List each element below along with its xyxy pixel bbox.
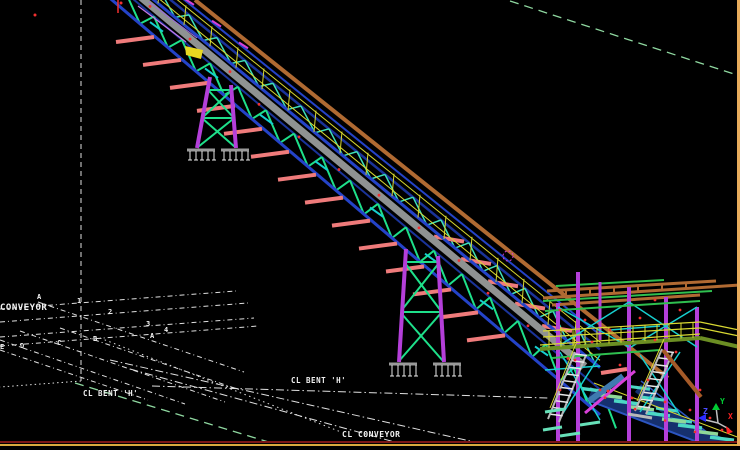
grid-label: 4 xyxy=(164,327,168,334)
conveyor-centerline-label: CONVEYOR xyxy=(0,304,47,313)
grid-label: C xyxy=(57,340,61,347)
cl-bent-h-label-left: CL BENT 'H' xyxy=(83,390,138,398)
cl-conveyor-label: CL CONVEYOR xyxy=(342,431,400,439)
grid-label: A xyxy=(37,294,41,301)
grid-label: 2 xyxy=(108,309,112,316)
grid-label: D xyxy=(20,343,24,350)
grid-label: E xyxy=(0,344,4,351)
ucs-y-label: Y xyxy=(720,398,725,406)
ucs-x-label: X xyxy=(728,413,733,421)
grid-label: 3 xyxy=(146,321,150,328)
cl-bent-h-label-mid: CL BENT 'H' xyxy=(291,377,346,385)
grid-label: B xyxy=(93,336,97,343)
viewport-bottom-border xyxy=(0,444,740,447)
grid-label: A xyxy=(150,333,154,340)
ucs-z-label: Z xyxy=(703,408,708,416)
cad-viewport[interactable]: CONVEYOR CL BENT 'H' CL BENT 'H' CL CONV… xyxy=(0,0,740,450)
structure-drawing xyxy=(0,0,740,441)
grid-label: 1 xyxy=(77,298,81,305)
